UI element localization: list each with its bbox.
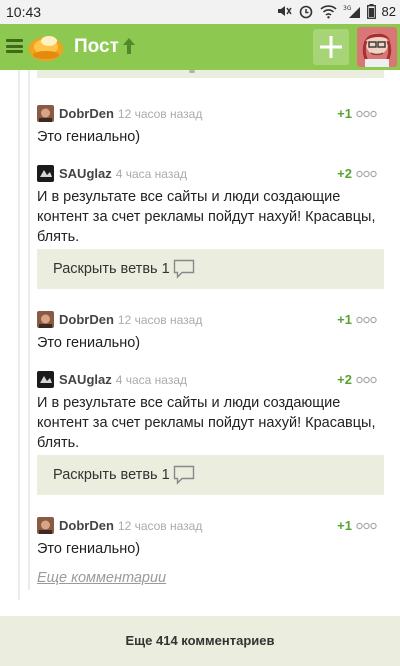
- comment-text: Это гениально): [37, 335, 141, 351]
- comment-author[interactable]: DobrDen: [59, 518, 114, 533]
- comment: DobrDen 12 часов назад +1 Это гениально): [37, 311, 384, 353]
- comment: DobrDen 12 часов назад +1 Это гениально): [37, 105, 384, 147]
- comment-avatar[interactable]: [37, 311, 54, 328]
- comment-avatar[interactable]: [37, 371, 54, 388]
- page-title: Пост: [74, 36, 119, 57]
- app-bar: Пост: [0, 24, 400, 70]
- more-options-icon[interactable]: [356, 376, 377, 384]
- logo-icon[interactable]: [27, 32, 65, 63]
- comment: DobrDen 12 часов назад +1 Это гениально): [37, 517, 384, 559]
- up-arrow-icon[interactable]: [121, 37, 137, 55]
- battery-icon: [366, 3, 376, 19]
- wifi-icon: [319, 4, 337, 19]
- load-more-comments-label: Еще 414 комментариев: [125, 633, 275, 648]
- comment-time: 12 часов назад: [117, 313, 203, 327]
- network-type-label: 3G: [343, 5, 352, 12]
- comment-text: И в результате все сайты и люди создающи…: [37, 395, 376, 451]
- status-bar: 10:43 3G 82: [0, 0, 400, 24]
- status-time: 10:43: [6, 4, 42, 20]
- comment-bubble-icon: [173, 465, 195, 485]
- comment-rating: +2: [337, 372, 352, 387]
- load-more-comments-button[interactable]: Еще 414 комментариев: [0, 616, 400, 666]
- post-screen: 10:43 3G 82 Пост DobrDen 12 часов назад …: [0, 0, 400, 666]
- expand-branch-button[interactable]: Раскрыть ветвь 1: [37, 455, 384, 495]
- comment-time: 12 часов назад: [117, 107, 203, 121]
- comment-feed[interactable]: DobrDen 12 часов назад +1 Это гениально) …: [0, 70, 400, 616]
- comment-rating: +1: [337, 518, 352, 533]
- comment-time: 4 часа назад: [115, 167, 188, 181]
- comment-avatar[interactable]: [37, 165, 54, 182]
- menu-icon[interactable]: [6, 39, 23, 53]
- comment-rating: +2: [337, 166, 352, 181]
- add-icon: [320, 36, 342, 58]
- comment-text: Это гениально): [37, 129, 141, 145]
- comment-rating: +1: [337, 106, 352, 121]
- add-post-button[interactable]: [313, 29, 349, 65]
- more-options-icon[interactable]: [356, 522, 377, 530]
- comment-author[interactable]: DobrDen: [59, 106, 114, 121]
- previous-comment-end: [37, 70, 384, 78]
- more-options-icon[interactable]: [356, 316, 377, 324]
- battery-level: 82: [381, 3, 396, 19]
- comment-author[interactable]: DobrDen: [59, 312, 114, 327]
- more-options-icon[interactable]: [356, 170, 377, 178]
- comment: SAUglaz 4 часа назад +2 И в результате вс…: [37, 165, 384, 247]
- comment-author[interactable]: SAUglaz: [59, 166, 112, 181]
- expand-branch-button[interactable]: Раскрыть ветвь 1: [37, 249, 384, 289]
- expand-branch-label: Раскрыть ветвь 1: [53, 467, 170, 483]
- comment-bubble-icon: [173, 259, 195, 279]
- comment-avatar[interactable]: [37, 517, 54, 534]
- expand-branch-label: Раскрыть ветвь 1: [53, 261, 170, 277]
- mute-icon: [276, 3, 292, 19]
- comment-time: 4 часа назад: [115, 373, 188, 387]
- comment-author[interactable]: SAUglaz: [59, 372, 112, 387]
- more-options-icon[interactable]: [356, 110, 377, 118]
- thread-line: [28, 70, 30, 590]
- comment-time: 12 часов назад: [117, 519, 203, 533]
- comment-text: И в результате все сайты и люди создающи…: [37, 189, 376, 245]
- comment: SAUglaz 4 часа назад +2 И в результате вс…: [37, 371, 384, 453]
- alarm-icon: [298, 3, 314, 19]
- comment-avatar[interactable]: [37, 105, 54, 122]
- status-icons: 3G 82: [276, 3, 396, 19]
- more-comments-link[interactable]: Еще комментарии: [37, 570, 166, 586]
- avatar[interactable]: [357, 27, 397, 67]
- signal-icon: 3G: [343, 4, 361, 19]
- thread-line: [18, 70, 20, 600]
- comment-text: Это гениально): [37, 541, 141, 557]
- comment-rating: +1: [337, 312, 352, 327]
